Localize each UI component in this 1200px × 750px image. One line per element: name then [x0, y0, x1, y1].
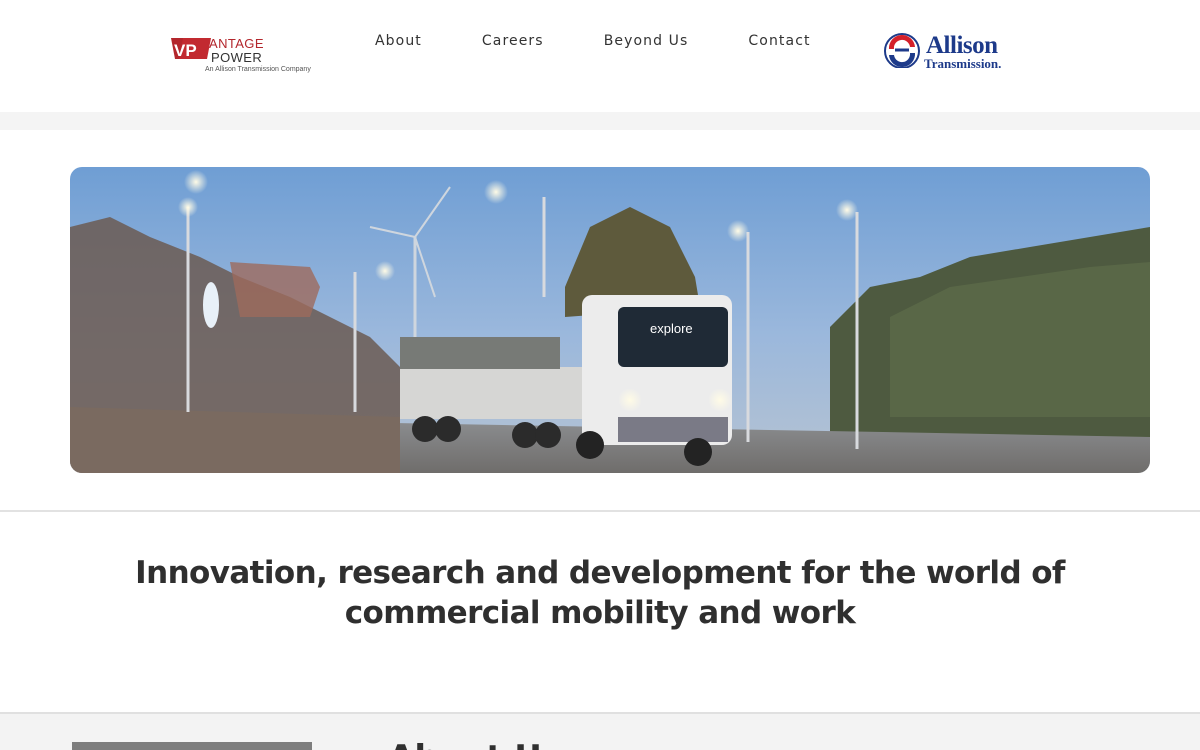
about-heading: About Us — [388, 738, 562, 750]
svg-text:POWER: POWER — [211, 50, 262, 65]
hero-truck-photo: explore — [70, 167, 1150, 473]
about-image — [72, 742, 312, 750]
truck-brand-text: explore — [650, 321, 693, 336]
allison-transmission-logo[interactable]: Allison Transmission. — [884, 32, 1034, 72]
about-section: About Us — [0, 712, 1200, 750]
page-tagline: Innovation, research and development for… — [135, 555, 1065, 631]
vantage-power-logo-mark: VP ANTAGE POWER — [171, 36, 264, 65]
section-divider — [0, 510, 1200, 512]
nav-careers[interactable]: Careers — [482, 33, 544, 49]
nav-about[interactable]: About — [375, 33, 422, 49]
svg-text:ANTAGE: ANTAGE — [209, 36, 264, 51]
brand-subtitle: An Allison Transmission Company — [205, 66, 311, 73]
transmission-word: Transmission. — [924, 56, 1002, 71]
site-header: VP ANTAGE POWER An Allison Transmission … — [0, 0, 1200, 112]
nav-contact[interactable]: Contact — [748, 33, 810, 49]
vantage-power-logo[interactable]: VP ANTAGE POWER An Allison Transmission … — [171, 35, 317, 77]
main-nav: About Careers Beyond Us Contact — [375, 33, 871, 49]
hero-image: explore — [70, 167, 1150, 473]
allison-emblem-icon — [884, 33, 920, 69]
header-band — [0, 112, 1200, 130]
nav-beyond-us[interactable]: Beyond Us — [604, 33, 689, 49]
svg-text:VP: VP — [174, 41, 197, 60]
